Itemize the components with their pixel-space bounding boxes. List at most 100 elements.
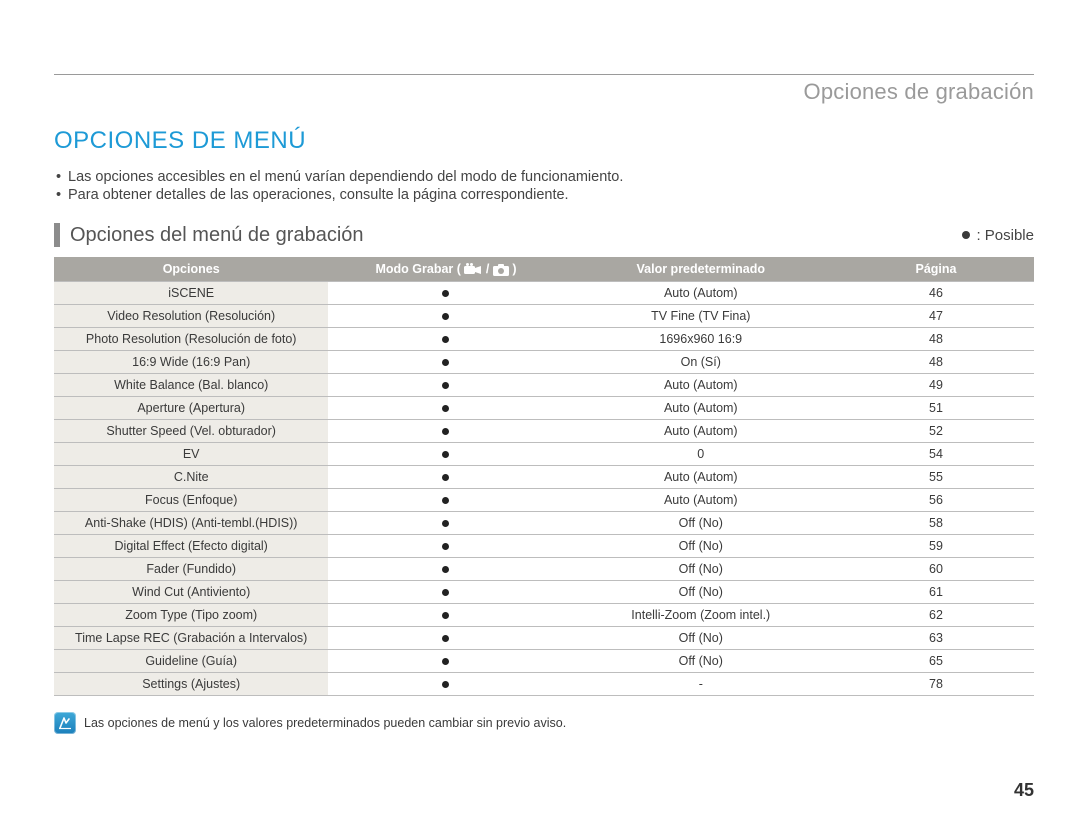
- heading-bar-icon: [54, 223, 60, 247]
- cell-option: Video Resolution (Resolución): [54, 305, 328, 328]
- possible-dot-icon: [442, 290, 449, 297]
- cell-page: 51: [838, 397, 1034, 420]
- mode-prefix: Modo Grabar (: [375, 262, 460, 276]
- cell-default: Off (No): [564, 581, 838, 604]
- cell-option: Digital Effect (Efecto digital): [54, 535, 328, 558]
- video-mode-icon: [464, 262, 485, 276]
- cell-page: 58: [838, 512, 1034, 535]
- cell-default: Auto (Autom): [564, 466, 838, 489]
- possible-dot-icon: [442, 497, 449, 504]
- possible-dot-icon: [442, 428, 449, 435]
- intro-notes: Las opciones accesibles en el menú varía…: [54, 169, 1034, 203]
- cell-option: Zoom Type (Tipo zoom): [54, 604, 328, 627]
- sub-heading-text: Opciones del menú de grabación: [70, 224, 364, 247]
- cell-mode: [328, 443, 563, 466]
- cell-mode: [328, 535, 563, 558]
- cell-mode: [328, 466, 563, 489]
- page-number: 45: [1014, 780, 1034, 801]
- table-row: C.Nite Auto (Autom)55: [54, 466, 1034, 489]
- cell-page: 65: [838, 650, 1034, 673]
- cell-option: Anti-Shake (HDIS) (Anti-tembl.(HDIS)): [54, 512, 328, 535]
- section-label: Opciones de grabación: [54, 79, 1034, 105]
- table-header-row: Opciones Modo Grabar ( / ) Valor predete…: [54, 257, 1034, 282]
- top-rule: [54, 74, 1034, 75]
- possible-dot-icon: [442, 681, 449, 688]
- note-item: Las opciones accesibles en el menú varía…: [54, 169, 1034, 185]
- cell-option: 16:9 Wide (16:9 Pan): [54, 351, 328, 374]
- table-row: Time Lapse REC (Grabación a Intervalos)O…: [54, 627, 1034, 650]
- possible-dot-icon: [442, 612, 449, 619]
- cell-page: 62: [838, 604, 1034, 627]
- cell-mode: [328, 282, 563, 305]
- cell-mode: [328, 420, 563, 443]
- col-options: Opciones: [54, 257, 328, 282]
- col-page: Página: [838, 257, 1034, 282]
- cell-page: 55: [838, 466, 1034, 489]
- photo-mode-icon: [493, 262, 512, 276]
- cell-option: C.Nite: [54, 466, 328, 489]
- cell-mode: [328, 650, 563, 673]
- cell-default: 0: [564, 443, 838, 466]
- legend-dot-icon: [962, 231, 970, 239]
- table-row: White Balance (Bal. blanco)Auto (Autom)4…: [54, 374, 1034, 397]
- cell-option: EV: [54, 443, 328, 466]
- cell-page: 60: [838, 558, 1034, 581]
- cell-default: Off (No): [564, 535, 838, 558]
- cell-mode: [328, 673, 563, 696]
- cell-page: 63: [838, 627, 1034, 650]
- possible-dot-icon: [442, 382, 449, 389]
- cell-mode: [328, 351, 563, 374]
- cell-default: On (Sí): [564, 351, 838, 374]
- table-row: Guideline (Guía) Off (No)65: [54, 650, 1034, 673]
- cell-option: Guideline (Guía): [54, 650, 328, 673]
- mode-sep: /: [486, 262, 493, 276]
- cell-mode: [328, 374, 563, 397]
- table-row: Aperture (Apertura)Auto (Autom)51: [54, 397, 1034, 420]
- col-mode: Modo Grabar ( / ): [328, 257, 563, 282]
- possible-dot-icon: [442, 635, 449, 642]
- cell-default: Off (No): [564, 512, 838, 535]
- possible-dot-icon: [442, 520, 449, 527]
- cell-default: -: [564, 673, 838, 696]
- legend-label: : Posible: [976, 227, 1034, 244]
- cell-default: TV Fine (TV Fina): [564, 305, 838, 328]
- cell-mode: [328, 305, 563, 328]
- possible-dot-icon: [442, 658, 449, 665]
- sub-heading: Opciones del menú de grabación: [54, 223, 364, 247]
- cell-page: 52: [838, 420, 1034, 443]
- cell-mode: [328, 397, 563, 420]
- cell-page: 47: [838, 305, 1034, 328]
- table-row: Anti-Shake (HDIS) (Anti-tembl.(HDIS)) Off…: [54, 512, 1034, 535]
- legend: : Posible: [962, 227, 1034, 244]
- cell-default: Auto (Autom): [564, 282, 838, 305]
- possible-dot-icon: [442, 336, 449, 343]
- cell-mode: [328, 489, 563, 512]
- col-default: Valor predeterminado: [564, 257, 838, 282]
- cell-page: 59: [838, 535, 1034, 558]
- cell-default: Off (No): [564, 650, 838, 673]
- cell-default: Auto (Autom): [564, 374, 838, 397]
- cell-page: 49: [838, 374, 1034, 397]
- mode-suffix: ): [512, 262, 516, 276]
- cell-mode: [328, 604, 563, 627]
- cell-page: 61: [838, 581, 1034, 604]
- table-row: Photo Resolution (Resolución de foto)169…: [54, 328, 1034, 351]
- possible-dot-icon: [442, 313, 449, 320]
- cell-option: iSCENE: [54, 282, 328, 305]
- cell-page: 48: [838, 328, 1034, 351]
- table-row: 16:9 Wide (16:9 Pan)On (Sí)48: [54, 351, 1034, 374]
- cell-option: Aperture (Apertura): [54, 397, 328, 420]
- cell-default: Auto (Autom): [564, 489, 838, 512]
- cell-mode: [328, 581, 563, 604]
- table-row: Zoom Type (Tipo zoom) Intelli-Zoom (Zoom …: [54, 604, 1034, 627]
- possible-dot-icon: [442, 474, 449, 481]
- cell-option: Time Lapse REC (Grabación a Intervalos): [54, 627, 328, 650]
- possible-dot-icon: [442, 451, 449, 458]
- cell-default: Intelli-Zoom (Zoom intel.): [564, 604, 838, 627]
- table-row: Digital Effect (Efecto digital) Off (No)5…: [54, 535, 1034, 558]
- options-table: Opciones Modo Grabar ( / ) Valor predete…: [54, 257, 1034, 696]
- table-row: iSCENEAuto (Autom)46: [54, 282, 1034, 305]
- cell-option: Shutter Speed (Vel. obturador): [54, 420, 328, 443]
- cell-mode: [328, 328, 563, 351]
- table-row: EV054: [54, 443, 1034, 466]
